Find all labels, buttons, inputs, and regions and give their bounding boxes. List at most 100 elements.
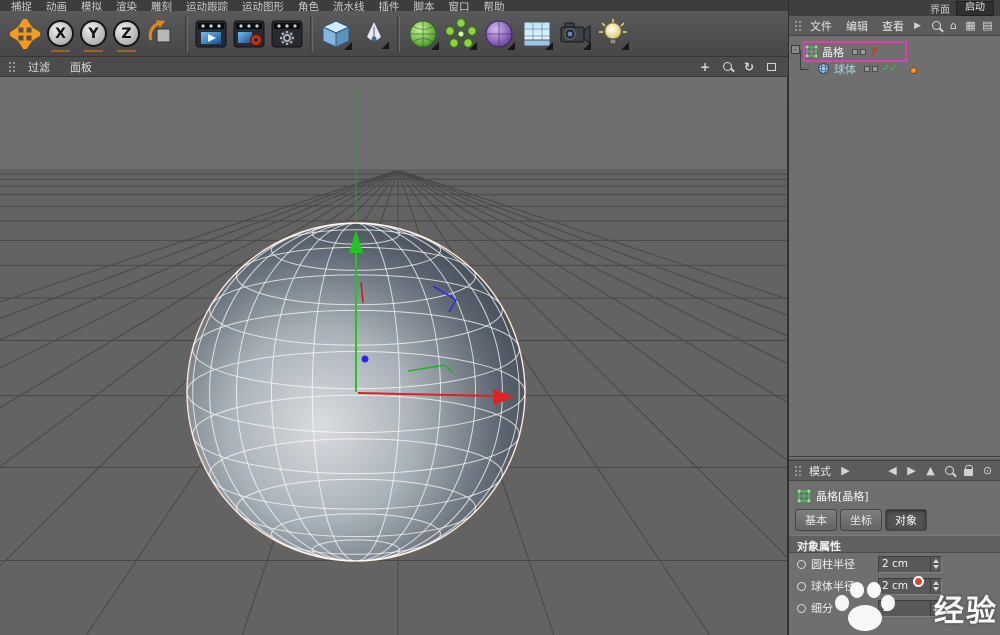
menu-item[interactable]: 帮助 [477,0,512,11]
lattice-object-icon [805,45,818,58]
viewport-canvas[interactable] [0,77,788,635]
viewport-zoom-icon[interactable] [718,60,736,74]
menu-item[interactable]: 插件 [372,0,407,11]
attribute-label: 球体半径 [811,578,867,594]
tab-basic[interactable]: 基本 [795,509,837,531]
light-icon [597,18,629,50]
tab-coordinates[interactable]: 坐标 [840,509,882,531]
om-menu-more-icon[interactable]: ▶ [912,21,923,31]
om-list-icon[interactable]: ▤ [980,19,995,32]
viewport-menu-panel[interactable]: 面板 [62,59,100,75]
spinner-down-icon [933,609,939,613]
am-up-icon[interactable]: ▲ [923,464,938,477]
viewport-rotate-icon[interactable]: ↻ [740,60,758,74]
visibility-dots-icon[interactable] [864,66,878,72]
keyframe-circle-icon[interactable] [797,604,806,613]
spinner-up-icon [933,559,939,563]
magnifier-icon [945,466,954,475]
tab-object[interactable]: 对象 [885,509,927,531]
am-lock-icon[interactable] [961,465,976,476]
cylinder-radius-field[interactable]: 2 cm [878,556,942,573]
menu-item[interactable]: 雕刻 [144,0,179,11]
visibility-dots-icon[interactable] [852,49,866,55]
menu-item[interactable]: 流水线 [326,0,372,11]
keyframe-circle-icon[interactable] [797,560,806,569]
spinner[interactable] [930,601,941,616]
render-view-button[interactable] [192,13,230,55]
object-row-sphere[interactable]: 球体 ✓✓ [789,60,1000,77]
field-value[interactable]: 2 cm [879,557,930,572]
spinner[interactable] [930,557,941,572]
menu-item[interactable]: 渲染 [109,0,144,11]
am-back-icon[interactable]: ◀ [885,464,900,477]
viewport-pan-icon[interactable]: + [696,60,714,74]
object-state-icon[interactable]: ✓✓ [882,63,897,74]
object-row-lattice[interactable]: 晶格 ✗ [789,43,1000,60]
layer-color-dot[interactable] [910,67,917,74]
spinner-up-icon [933,581,939,585]
menu-item[interactable]: 角色 [291,0,326,11]
om-menu-view[interactable]: 查看 [876,18,910,34]
am-menu-more-icon[interactable]: ▶ [838,464,853,477]
panel-grip-icon[interactable] [8,61,16,73]
object-tree: - 晶格 ✗ [789,36,1000,456]
am-forward-icon[interactable]: ▶ [904,464,919,477]
attribute-title-row: 晶格[晶格] [789,485,1000,507]
attribute-row-subdivision: 细分 1 [789,597,1000,619]
viewport-menu-filter[interactable]: 过滤 [20,59,58,75]
menu-item[interactable]: 捕捉 [4,0,39,11]
camera-button[interactable] [556,13,594,55]
om-menu-edit[interactable]: 编辑 [840,18,874,34]
menu-item[interactable]: 动画 [39,0,74,11]
coordinate-system-button[interactable] [143,13,181,55]
om-search-icon[interactable] [929,21,944,30]
sphere-radius-field[interactable]: 2 cm [878,578,942,595]
am-history-icon[interactable]: ⊙ [980,464,995,477]
om-menu-file[interactable]: 文件 [804,18,838,34]
om-layout-icon[interactable]: ▦ [963,19,978,32]
object-label[interactable]: 球体 [834,61,856,77]
panel-grip-icon[interactable] [794,465,802,477]
field-value[interactable]: 1 [879,601,930,616]
move-icon [10,19,40,49]
axis-x-button[interactable]: X [44,13,77,55]
am-search-icon[interactable] [942,466,957,475]
axis-z-button[interactable]: Z [110,13,143,55]
subdivision-field[interactable]: 1 [878,600,942,617]
menu-item[interactable]: 模拟 [74,0,109,11]
move-tool-button[interactable] [6,13,44,55]
render-picture-viewer-button[interactable] [230,13,268,55]
om-home-icon[interactable]: ⌂ [946,19,961,32]
spinner-down-icon [933,587,939,591]
light-button[interactable] [594,13,632,55]
layout-dropdown[interactable]: 启动 [956,1,994,16]
menu-item[interactable]: 窗口 [442,0,477,11]
attribute-label: 细分 [811,600,867,616]
keyframe-circle-icon[interactable] [797,582,806,591]
field-value[interactable]: 2 cm [879,579,930,594]
environment-button[interactable] [518,13,556,55]
toolbar-separator [185,16,188,52]
sphere-object-icon [817,62,830,75]
render-picture-viewer-icon [233,18,265,50]
menu-item[interactable]: 运动跟踪 [179,0,235,11]
subdivision-surface-icon [407,18,439,50]
render-settings-button[interactable] [268,13,306,55]
axis-z-badge: Z [113,20,140,47]
pen-tool-button[interactable] [355,13,393,55]
spinner[interactable] [930,579,941,594]
object-state-icon[interactable]: ✗ [870,45,879,58]
am-menu-mode[interactable]: 模式 [806,463,834,479]
axis-y-button[interactable]: Y [77,13,110,55]
menu-item[interactable]: 脚本 [407,0,442,11]
panel-grip-icon[interactable] [794,20,802,32]
viewport-maximize-icon[interactable] [762,60,780,74]
menu-item[interactable]: 运动图形 [235,0,291,11]
subdivision-surface-button[interactable] [404,13,442,55]
deformer-button[interactable] [480,13,518,55]
array-generator-button[interactable] [442,13,480,55]
object-label[interactable]: 晶格 [822,44,844,60]
array-icon [445,18,477,50]
spinner-down-icon [933,565,939,569]
add-cube-button[interactable] [317,13,355,55]
